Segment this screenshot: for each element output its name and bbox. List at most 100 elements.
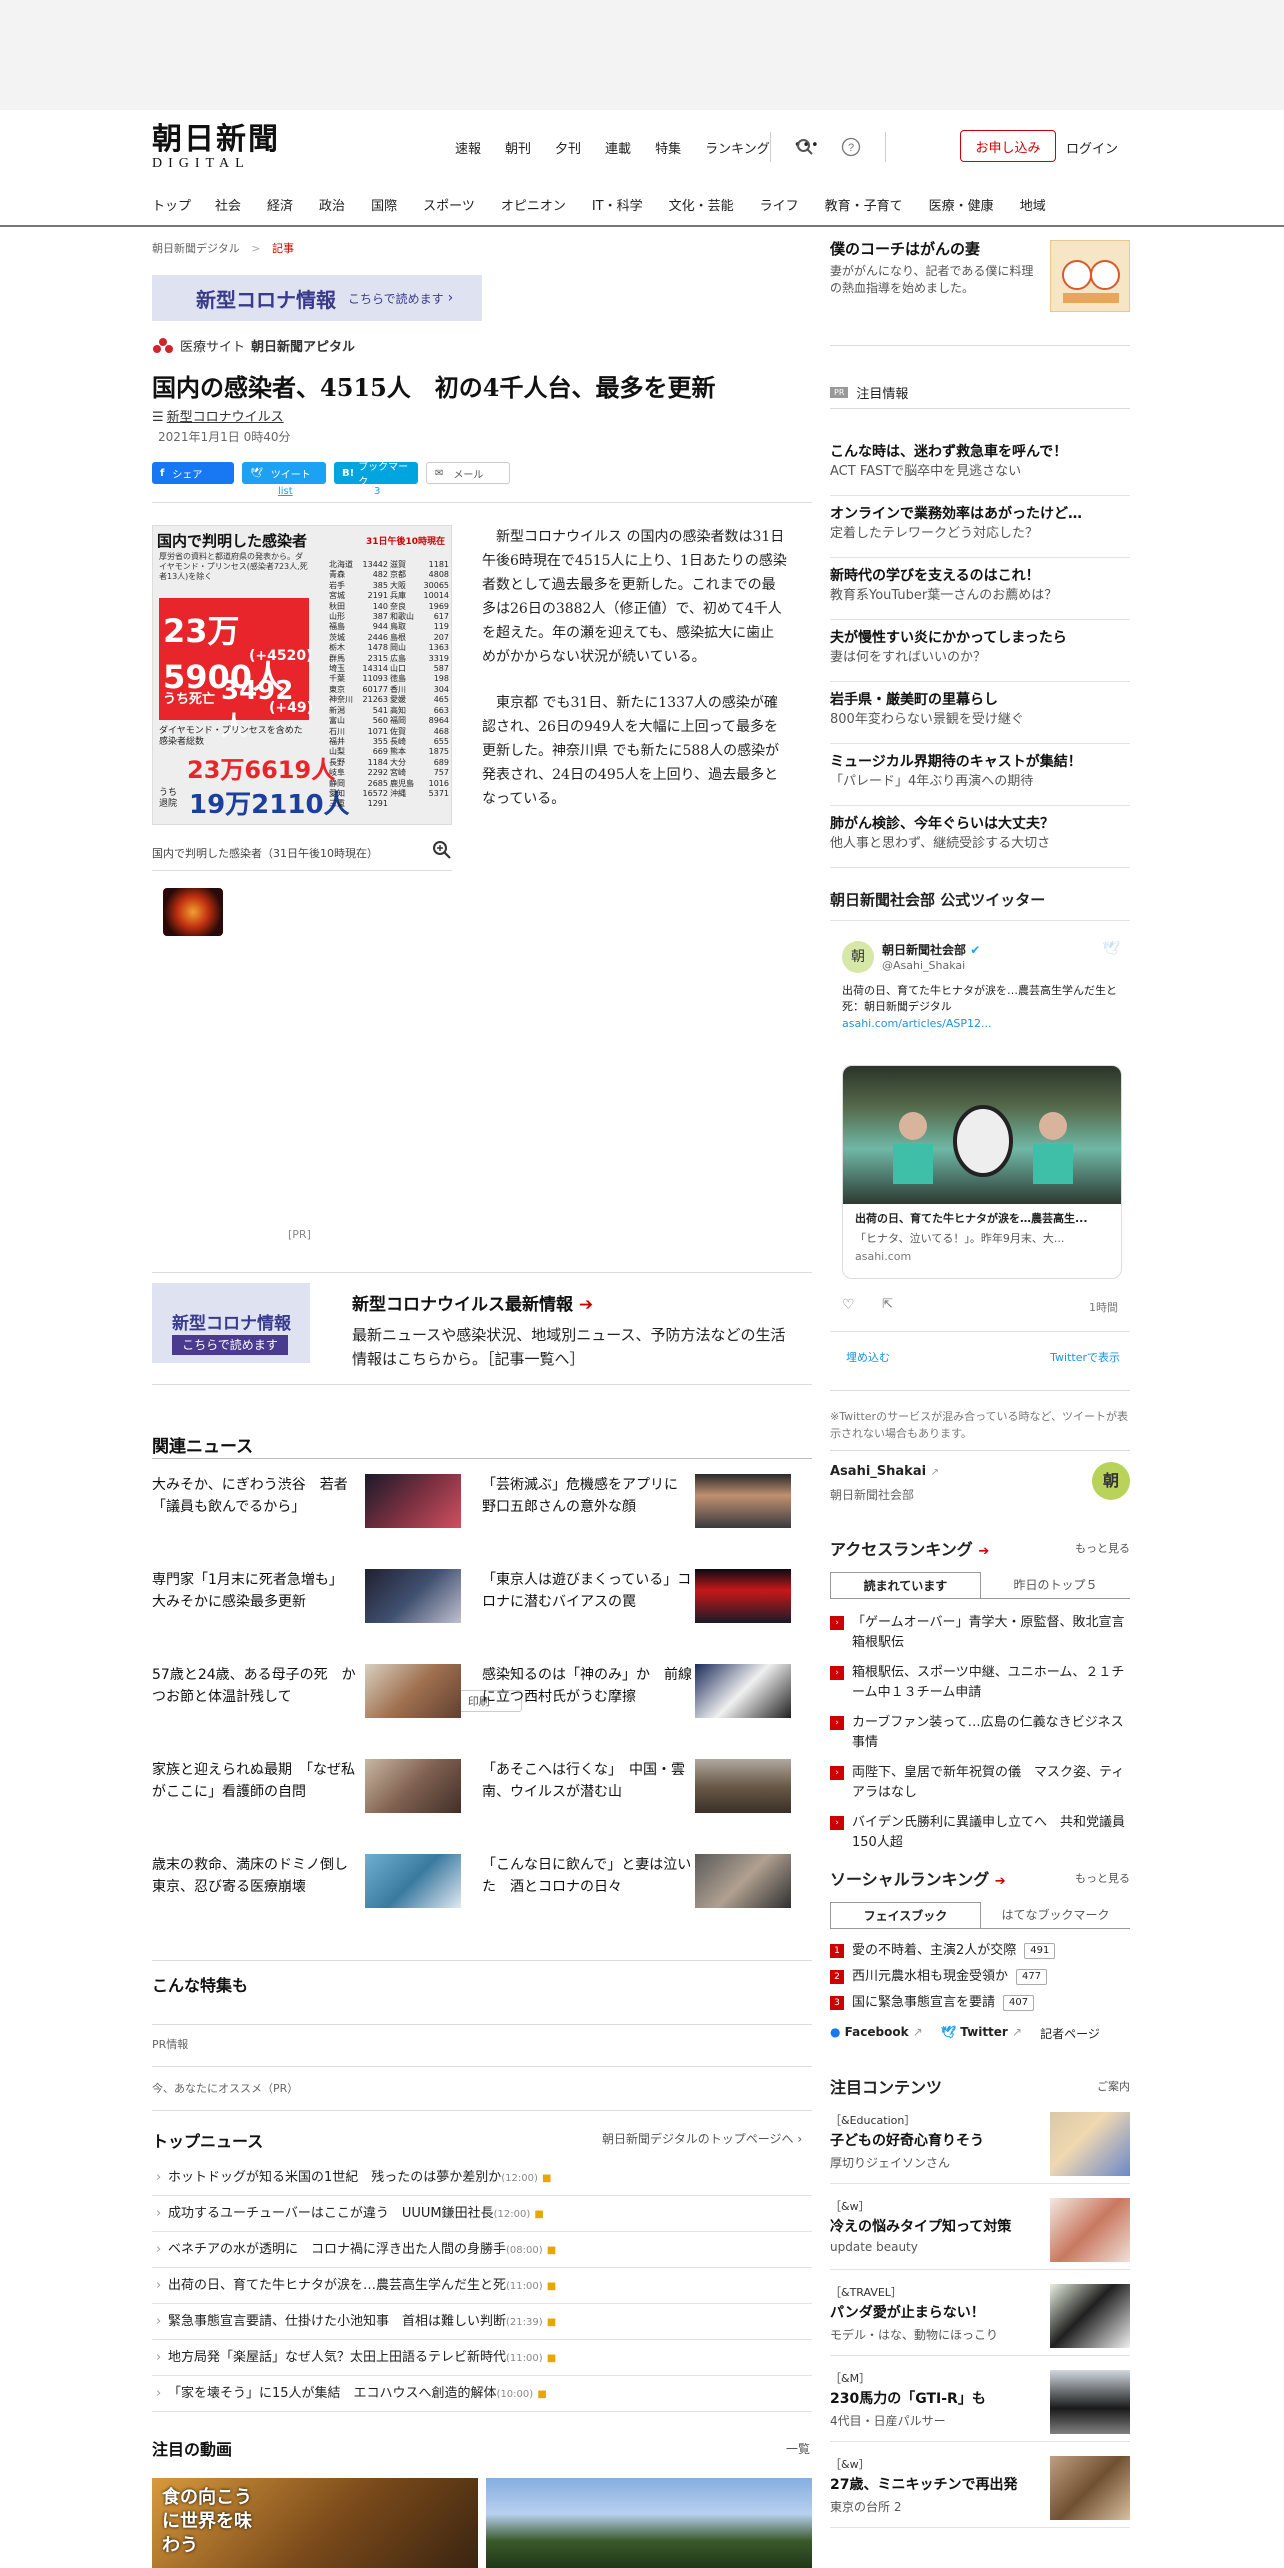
ranking-item[interactable]: › 両陛下、皇居で新年祝賀の儀 マスク姿、ティアラはなし <box>830 1763 1130 1803</box>
tab-yesterday[interactable]: 昨日のトップ５ <box>981 1572 1130 1598</box>
content-item[interactable]: ［&w］ 冷えの悩みタイプ知って対策 update beauty <box>830 2184 1130 2270</box>
cat-item[interactable]: スポーツ <box>423 195 475 214</box>
cat-item[interactable]: オピニオン <box>501 195 566 214</box>
social-item[interactable]: 3 国に緊急事態宣言を要請 407 <box>830 1993 1130 2013</box>
cat-item[interactable]: 文化・芸能 <box>669 195 734 214</box>
ranking-item[interactable]: › 「ゲームオーバー」青学大・原監督、敗北宣言 箱根駅伝 <box>830 1613 1138 1653</box>
infographic[interactable]: 国内で判明した感染者 31日午後10時現在 厚労省の資料と都道府県の発表から。ダ… <box>152 525 452 825</box>
nav-item[interactable]: 速報 <box>455 138 481 157</box>
cat-item[interactable]: トップ <box>152 195 191 214</box>
cat-item[interactable]: 政治 <box>319 195 345 214</box>
related-item[interactable]: 「芸術滅ぶ」危機感をアプリに 野口五郎さんの意外な顔 <box>482 1474 812 1564</box>
videos-all-link[interactable]: 一覧 <box>786 2440 810 2457</box>
tw-name[interactable]: 朝日新聞社会部 ✔ <box>882 941 980 958</box>
tw-time[interactable]: 1時間 <box>1089 1299 1118 1315</box>
content-item[interactable]: ［&Education］ 子どもの好奇心育りそう 厚切りジェイソンさん <box>830 2098 1130 2184</box>
content-item[interactable]: ［&M］ 230馬力の「GTI-R」も 4代目・日産パルサー <box>830 2356 1130 2442</box>
video-thumbnail[interactable] <box>486 2478 812 2568</box>
zoom-icon[interactable] <box>432 840 452 860</box>
facebook-share-button[interactable]: f シェア <box>152 462 234 484</box>
cat-item[interactable]: 国際 <box>371 195 397 214</box>
social-item[interactable]: 1 愛の不時着、主演2人が交際 491 <box>830 1941 1130 1961</box>
corona-info-title[interactable]: 新型コロナウイルス最新情報 ➔ <box>352 1290 593 1315</box>
nav-item[interactable]: 朝刊 <box>505 138 531 157</box>
ranking-item[interactable]: › 箱根駅伝、スポーツ中継、ユニホーム、２１チーム中１３チーム申請 <box>830 1663 1130 1703</box>
cat-item[interactable]: 地域 <box>1020 195 1046 214</box>
topnews-item[interactable]: 成功するユーチューバーはここが違う UUUM鎌田社長(12:00) ■ <box>152 2196 812 2232</box>
facebook-link[interactable]: ● Facebook ↗ <box>830 2025 923 2042</box>
tab-hatena[interactable]: はてなブックマーク <box>981 1902 1130 1928</box>
twitter-link[interactable]: 🕊 Twitter ↗ <box>941 2025 1022 2042</box>
related-item[interactable]: 感染知るのは「神のみ」か 前線に立つ西村氏がうむ摩擦 <box>482 1664 812 1754</box>
hatena-count[interactable]: 3 <box>374 486 380 497</box>
mail-button[interactable]: ✉ メール <box>426 462 510 484</box>
like-icon[interactable]: ♡ <box>842 1297 855 1313</box>
tab-facebook[interactable]: フェイスブック <box>830 1902 981 1928</box>
hatena-bookmark-button[interactable]: B! ブックマーク <box>334 462 418 488</box>
cat-item[interactable]: 医療・健康 <box>929 195 994 214</box>
search-icon[interactable] <box>793 135 817 159</box>
tweet-button[interactable]: 🕊 ツイート <box>242 462 326 484</box>
content-item[interactable]: ［&TRAVEL］ パンダ愛が止まらない！ モデル・はな、動物にほっこり <box>830 2270 1130 2356</box>
pr-item[interactable]: 肺がん検診、今年ぐらいは大丈夫？ 他人事と思わず、継続受診する大切さ <box>830 806 1130 868</box>
related-item[interactable]: 「あそこへは行くな」 中国・雲南、ウイルスが潜む山 <box>482 1759 812 1849</box>
tw-handle[interactable]: @Asahi_Shakai <box>882 959 965 972</box>
topic-tag[interactable]: ☰ 新型コロナウイルス <box>152 406 284 425</box>
tab-popular[interactable]: 読まれています <box>830 1572 981 1598</box>
related-item[interactable]: 57歳と24歳、ある母子の死 かつお節と体温計残して <box>152 1664 482 1754</box>
related-item[interactable]: 「東京人は遊びまくっている」コロナに潜むバイアスの罠 <box>482 1569 812 1659</box>
nav-item[interactable]: 連載 <box>605 138 631 157</box>
tw-card[interactable]: 出荷の日、育てた牛ヒナタが涙を…農芸高生... 「ヒナタ、泣いてる！」。昨年9月… <box>842 1065 1122 1279</box>
tw-account-name[interactable]: Asahi_Shakai ↗ <box>830 1464 939 1479</box>
medical-site-label[interactable]: 医療サイト 朝日新聞アピタル <box>152 336 355 355</box>
pr-item[interactable]: 夫が慢性すい炎にかかってしまったら 妻は何をすればいいのか？ <box>830 620 1130 682</box>
cat-item[interactable]: 教育・子育て <box>825 195 903 214</box>
tweet-count[interactable]: list <box>278 486 293 497</box>
cat-item[interactable]: 経済 <box>267 195 293 214</box>
breadcrumb-home[interactable]: 朝日新聞デジタル <box>152 242 240 255</box>
cat-item[interactable]: ライフ <box>760 195 799 214</box>
account-badge[interactable]: 朝 <box>1092 1462 1130 1500</box>
nav-item[interactable]: 特集 <box>655 138 681 157</box>
pr-item[interactable]: 新時代の学びを支えるのはこれ！ 教育系YouTuber葉一さんのお薦めは？ <box>830 558 1130 620</box>
tw-embed-link[interactable]: 埋め込む <box>846 1349 890 1365</box>
topnews-link[interactable]: 朝日新聞デジタルのトップページへ › <box>602 2130 802 2147</box>
nav-item[interactable]: ランキング <box>705 138 770 157</box>
related-item[interactable]: 歳末の救命、満床のドミノ倒し 東京、忍び寄る医療崩壊 <box>152 1854 482 1944</box>
related-item[interactable]: 大みそか、にぎわう渋谷 若者「議員も飲んでるから」 <box>152 1474 482 1564</box>
contents-guide[interactable]: ご案内 <box>1097 2078 1130 2094</box>
related-item[interactable]: 専門家「1月末に死者急増も」 大みそかに感染最多更新 <box>152 1569 482 1659</box>
social-item[interactable]: 2 西川元農水相も現金受領か 477 <box>830 1967 1130 1987</box>
cat-item[interactable]: 社会 <box>215 195 241 214</box>
ranking-item[interactable]: › カーブファン装って…広島の仁義なきビジネス事情 <box>830 1713 1130 1753</box>
nav-item[interactable]: 夕刊 <box>555 138 581 157</box>
corona-info-image[interactable]: 新型コロナ情報 こちらで読めます <box>152 1283 310 1363</box>
access-heading[interactable]: アクセスランキング ➔ <box>830 1540 989 1559</box>
tw-link[interactable]: asahi.com/articles/ASP12... <box>842 1017 992 1030</box>
related-item[interactable]: 家族と迎えられぬ最期 「なぜ私がここに」看護師の自問 <box>152 1759 482 1849</box>
tw-avatar[interactable]: 朝 <box>842 941 874 973</box>
cat-item[interactable]: IT・科学 <box>592 195 643 214</box>
subscribe-button[interactable]: お申し込み <box>960 130 1056 162</box>
corona-banner[interactable]: 新型コロナ情報 こちらで読めます › <box>152 275 482 321</box>
share-icon[interactable]: ⇱ <box>882 1297 893 1312</box>
video-thumbnail[interactable]: 食の向こうに世界を味わう <box>152 2478 478 2568</box>
corona-info-body[interactable]: 最新ニュースや感染状況、地域別ニュース、予防方法などの生活情報はこちらから。［記… <box>352 1323 792 1371</box>
help-icon[interactable]: ? <box>839 135 863 159</box>
social-more[interactable]: もっと見る <box>1075 1870 1130 1886</box>
site-logo[interactable]: 朝日新聞 DIGITAL <box>152 124 282 174</box>
pr-item[interactable]: こんな時は、迷わず救急車を呼んで！ ACT FASTで脳卒中を見逃さない <box>830 434 1130 496</box>
topnews-item[interactable]: ベネチアの水が透明に コロナ禍に浮き出た人間の身勝手(08:00) ■ <box>152 2232 812 2268</box>
reporter-link[interactable]: 記者ページ <box>1040 2025 1100 2042</box>
topnews-item[interactable]: 地方局発「楽屋話」なぜ人気？太田上田語るテレビ新時代(11:00) ■ <box>152 2340 812 2376</box>
ranking-item[interactable]: › バイデン氏勝利に異議申し立てへ 共和党議員150人超 <box>830 1813 1130 1853</box>
coach-column[interactable]: 僕のコーチはがんの妻 妻ががんになり、記者である僕に料理の熱血指導を始めました。 <box>830 238 1130 318</box>
pr-item[interactable]: 岩手県・厳美町の里幕らし 800年変わらない景観を受け継ぐ <box>830 682 1130 744</box>
content-item[interactable]: ［&w］ 27歳、ミニキッチンで再出発 東京の台所 2 <box>830 2442 1130 2528</box>
pr-item[interactable]: オンラインで業務効率はあがったけど… 定着したテレワークどう対応した？ <box>830 496 1130 558</box>
social-heading[interactable]: ソーシャルランキング ➔ <box>830 1870 1006 1889</box>
virus-thumbnail[interactable] <box>163 888 223 936</box>
access-more[interactable]: もっと見る <box>1075 1540 1130 1556</box>
login-link[interactable]: ログイン <box>1066 138 1118 157</box>
topnews-item[interactable]: 出荷の日、育てた牛ヒナタが涙を…農芸高生学んだ生と死(11:00) ■ <box>152 2268 812 2304</box>
